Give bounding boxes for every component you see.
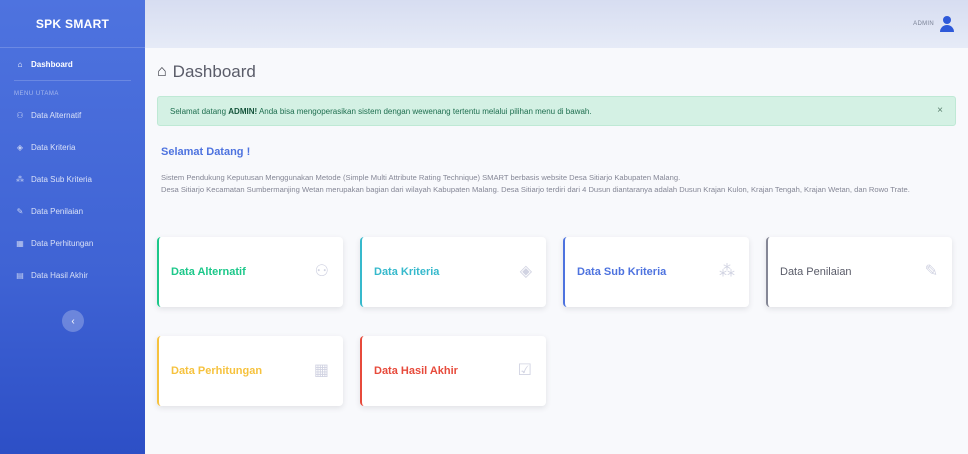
- card-label: Data Hasil Akhir: [374, 365, 458, 377]
- sidebar-item-data-sub-kriteria[interactable]: ⁂ Data Sub Kriteria: [0, 163, 145, 195]
- close-icon[interactable]: ×: [937, 105, 943, 116]
- sidebar-item-data-hasil-akhir[interactable]: ▤ Data Hasil Akhir: [0, 259, 145, 291]
- chart-icon: ▤: [16, 270, 24, 280]
- sidebar-item-dashboard[interactable]: ⌂ Dashboard: [0, 48, 145, 80]
- sidebar-item-data-penilaian[interactable]: ✎ Data Penilaian: [0, 195, 145, 227]
- alert-suffix: Anda bisa mengoperasikan sistem dengan w…: [257, 106, 592, 116]
- cube-icon: ◈: [519, 263, 532, 280]
- alert-strong: ADMIN!: [228, 106, 258, 116]
- page-title-text: Dashboard: [172, 62, 256, 81]
- sidebar-item-label: Data Perhitungan: [31, 238, 94, 248]
- card-data-hasil-akhir[interactable]: Data Hasil Akhir ☑: [360, 336, 546, 406]
- users-icon: ⚇: [16, 110, 24, 120]
- sidebar-item-label: Data Alternatif: [31, 110, 82, 120]
- welcome-line-1: Sistem Pendukung Keputusan Menggunakan M…: [161, 173, 681, 182]
- sidebar-item-label: Data Penilaian: [31, 206, 84, 216]
- calculator-icon: ▦: [16, 238, 24, 248]
- cubes-icon: ⁂: [16, 174, 24, 184]
- card-label: Data Penilaian: [780, 266, 852, 278]
- card-label: Data Kriteria: [374, 266, 440, 278]
- sidebar-item-label: Data Sub Kriteria: [31, 174, 92, 184]
- card-data-perhitungan[interactable]: Data Perhitungan ▦: [157, 336, 343, 406]
- brand-logo[interactable]: SPK SMART: [0, 0, 145, 48]
- card-data-penilaian[interactable]: Data Penilaian ✎: [766, 237, 952, 307]
- page-title: ⌂ Dashboard: [157, 62, 256, 82]
- card-data-kriteria[interactable]: Data Kriteria ◈: [360, 237, 546, 307]
- sidebar-item-label: Dashboard: [31, 59, 73, 69]
- calculator-icon: ▦: [313, 362, 329, 379]
- calendar-check-icon: ☑: [517, 362, 532, 379]
- edit-icon: ✎: [924, 263, 938, 280]
- topbar: ADMIN: [145, 0, 968, 48]
- sidebar: SPK SMART ⌂ Dashboard MENU UTAMA ⚇ Data …: [0, 0, 145, 454]
- users-icon: ⚇: [314, 263, 329, 280]
- welcome-alert: Selamat datang ADMIN! Anda bisa mengoper…: [157, 96, 956, 126]
- main-content: ⌂ Dashboard Selamat datang ADMIN! Anda b…: [145, 48, 968, 454]
- card-label: Data Perhitungan: [171, 365, 263, 377]
- welcome-title: Selamat Datang !: [161, 146, 251, 158]
- alert-prefix: Selamat datang: [170, 106, 229, 116]
- card-data-sub-kriteria[interactable]: Data Sub Kriteria ⁂: [563, 237, 749, 307]
- edit-icon: ✎: [16, 206, 24, 216]
- card-label: Data Sub Kriteria: [577, 266, 667, 278]
- sidebar-heading: MENU UTAMA: [14, 91, 59, 97]
- sidebar-item-data-alternatif[interactable]: ⚇ Data Alternatif: [0, 99, 145, 131]
- sidebar-item-data-kriteria[interactable]: ◈ Data Kriteria: [0, 131, 145, 163]
- cube-icon: ◈: [16, 142, 24, 152]
- welcome-line-2: Desa Sitiarjo Kecamatan Sumbermanjing We…: [161, 185, 910, 194]
- user-avatar-icon[interactable]: [940, 16, 954, 32]
- home-icon: ⌂: [157, 63, 167, 80]
- tachometer-icon: ⌂: [17, 59, 23, 69]
- sidebar-toggle-button[interactable]: ‹: [62, 310, 84, 332]
- card-data-alternatif[interactable]: Data Alternatif ⚇: [157, 237, 343, 307]
- sidebar-item-label: Data Kriteria: [31, 142, 76, 152]
- chevron-left-icon: ‹: [71, 315, 75, 327]
- cubes-icon: ⁂: [719, 263, 735, 280]
- sidebar-item-data-perhitungan[interactable]: ▦ Data Perhitungan: [0, 227, 145, 259]
- welcome-text: Sistem Pendukung Keputusan Menggunakan M…: [161, 172, 951, 196]
- card-label: Data Alternatif: [171, 266, 246, 278]
- user-name[interactable]: ADMIN: [913, 21, 934, 27]
- sidebar-item-label: Data Hasil Akhir: [31, 270, 88, 280]
